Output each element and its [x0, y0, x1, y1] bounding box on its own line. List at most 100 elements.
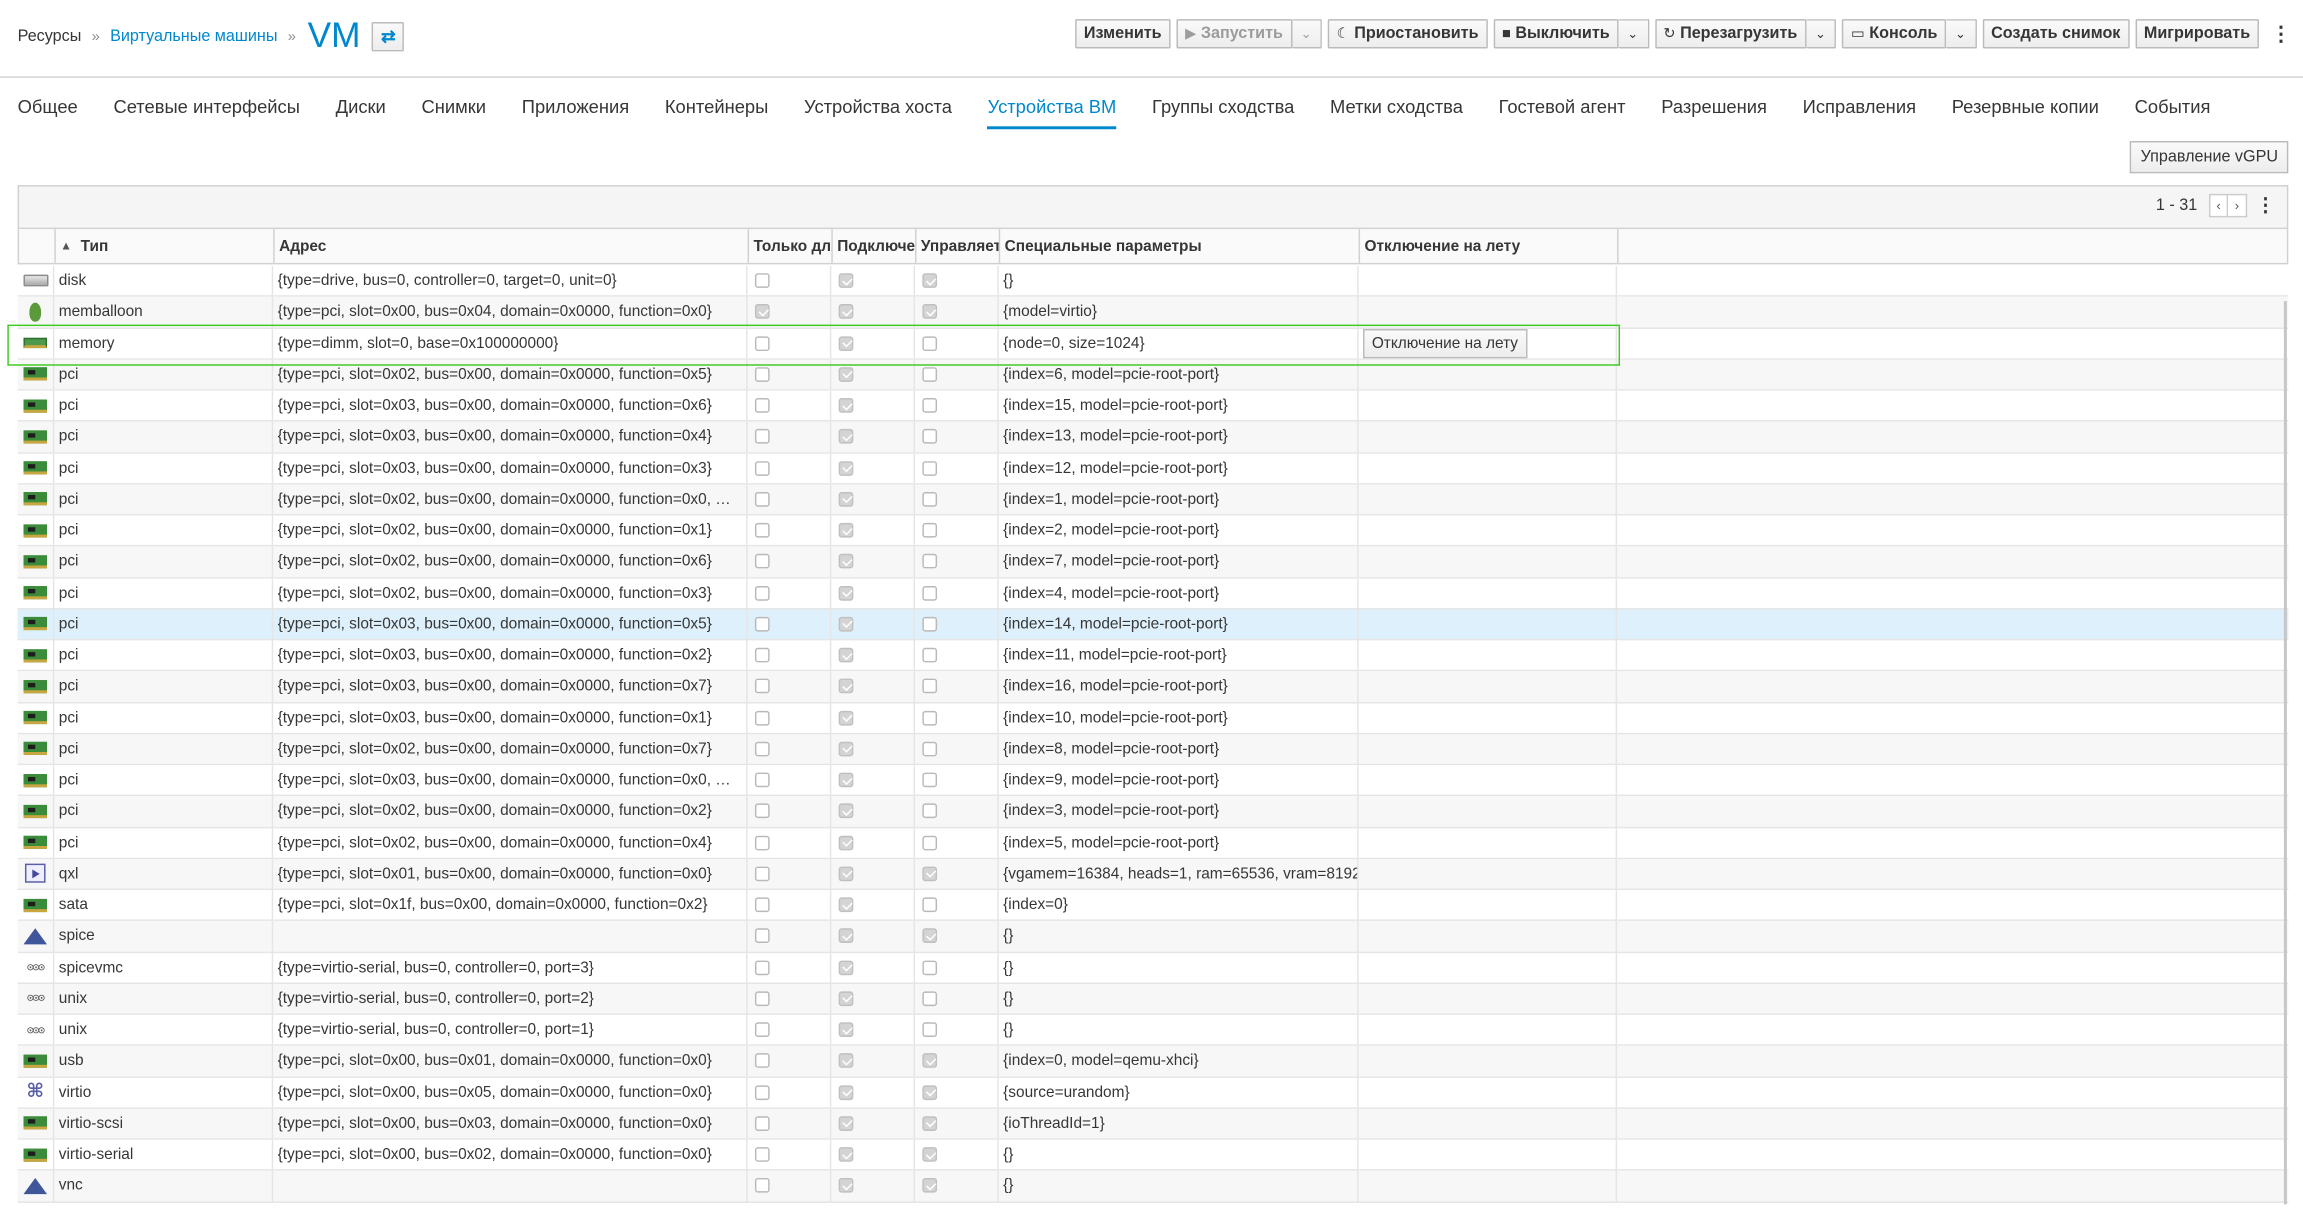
- table-row[interactable]: pci {type=pci, slot=0x02, bus=0x00, domai…: [17, 546, 2289, 578]
- chevron-left-icon: ‹: [2216, 198, 2221, 213]
- table-scrollbar[interactable]: [2283, 301, 2287, 1205]
- more-actions-kebab-icon[interactable]: ⋮: [2271, 21, 2292, 46]
- reboot-dropdown-button[interactable]: ⌄: [1806, 19, 1837, 49]
- suspend-button[interactable]: ☾ Приостановить: [1327, 19, 1488, 49]
- plugged-cell: [831, 765, 916, 795]
- readonly-cell: [748, 297, 832, 327]
- table-row[interactable]: pci {type=pci, slot=0x02, bus=0x00, domai…: [17, 484, 2289, 516]
- tab-item[interactable]: Устройства ВМ: [987, 97, 1117, 130]
- table-row[interactable]: sata {type=pci, slot=0x1f, bus=0x00, doma…: [17, 890, 2289, 922]
- run-dropdown-button[interactable]: ⌄: [1291, 19, 1322, 49]
- plugged-column-header[interactable]: Подключе: [833, 229, 917, 263]
- next-page-button[interactable]: ›: [2228, 193, 2248, 218]
- migrate-button[interactable]: Мигрировать: [2135, 19, 2259, 49]
- tab-item[interactable]: Приложения: [522, 97, 629, 129]
- managed-cell: [915, 921, 999, 952]
- readonly-cell: [748, 577, 832, 608]
- console-button[interactable]: ▭ Консоль: [1842, 19, 1947, 49]
- table-row[interactable]: qxl {type=pci, slot=0x01, bus=0x00, domai…: [17, 858, 2289, 891]
- hot-unplug-cell: [1359, 983, 1618, 1014]
- table-row[interactable]: pci {type=pci, slot=0x03, bus=0x00, domai…: [17, 702, 2289, 735]
- table-row[interactable]: pci {type=pci, slot=0x03, bus=0x00, domai…: [17, 640, 2289, 672]
- device-address-cell: {type=pci, slot=0x00, bus=0x02, domain=0…: [273, 1139, 748, 1170]
- tab-item[interactable]: Гостевой агент: [1499, 97, 1626, 129]
- tab-item[interactable]: Общее: [18, 97, 78, 129]
- shutdown-button[interactable]: ■ Выключить: [1493, 19, 1619, 49]
- table-row[interactable]: memory {type=dimm, slot=0, base=0x1000000…: [17, 328, 2289, 360]
- console-dropdown-button[interactable]: ⌄: [1946, 19, 1977, 49]
- tab-item[interactable]: Устройства хоста: [804, 97, 952, 129]
- tab-item[interactable]: Исправления: [1803, 97, 1916, 129]
- plugged-cell: [831, 796, 916, 827]
- device-icon-cell: ⊙⊙⊙: [18, 952, 55, 983]
- edit-button[interactable]: Изменить: [1075, 19, 1171, 49]
- managed-checkbox: [922, 897, 938, 913]
- tab-item[interactable]: Контейнеры: [665, 97, 768, 129]
- table-row[interactable]: pci {type=pci, slot=0x03, bus=0x00, domai…: [17, 390, 2289, 422]
- plugged-cell: [831, 421, 916, 452]
- table-row[interactable]: virtio-serial {type=pci, slot=0x00, bus=0…: [17, 1139, 2289, 1171]
- table-row[interactable]: pci {type=pci, slot=0x02, bus=0x00, domai…: [17, 577, 2289, 610]
- display-icon: [24, 864, 46, 884]
- create-snapshot-button[interactable]: Создать снимок: [1982, 19, 2130, 49]
- type-column-header[interactable]: ▲ Тип: [56, 229, 275, 263]
- hot-unplug-button[interactable]: Отключение на лету: [1363, 328, 1527, 358]
- table-row[interactable]: virtio-scsi {type=pci, slot=0x00, bus=0x0…: [17, 1108, 2289, 1140]
- managed-checkbox: [922, 335, 938, 351]
- table-row[interactable]: ⊙⊙⊙ unix {type=virtio-serial, bus=0, contr…: [17, 983, 2289, 1015]
- plugged-checkbox: [838, 398, 854, 413]
- tab-item[interactable]: Снимки: [421, 97, 486, 129]
- table-row[interactable]: pci {type=pci, slot=0x02, bus=0x00, domai…: [17, 734, 2289, 766]
- previous-page-button[interactable]: ‹: [2209, 193, 2229, 218]
- table-row[interactable]: vnc {}: [17, 1170, 2289, 1203]
- breadcrumb-vms-link[interactable]: Виртуальные машины: [110, 28, 277, 46]
- table-row[interactable]: pci {type=pci, slot=0x03, bus=0x00, domai…: [17, 765, 2289, 797]
- hot-unplug-cell: Отключение на лету: [1359, 328, 1618, 359]
- table-row[interactable]: pci {type=pci, slot=0x02, bus=0x00, domai…: [17, 515, 2289, 547]
- run-button[interactable]: ▶ Запустить: [1176, 19, 1292, 49]
- spec-params-cell: {ioThreadId=1}: [999, 1108, 1359, 1139]
- switch-vm-button[interactable]: ⇄: [372, 22, 405, 52]
- breadcrumb-resources[interactable]: Ресурсы: [18, 28, 82, 46]
- hot-unplug-column-header[interactable]: Отключение на лету: [1360, 229, 1619, 263]
- reboot-button[interactable]: ↻ Перезагрузить: [1654, 19, 1807, 49]
- table-row[interactable]: pci {type=pci, slot=0x03, bus=0x00, domai…: [17, 453, 2289, 485]
- table-row[interactable]: pci {type=pci, slot=0x02, bus=0x00, domai…: [17, 827, 2289, 859]
- table-row[interactable]: memballoon {type=pci, slot=0x00, bus=0x04…: [17, 297, 2289, 329]
- shutdown-dropdown-button[interactable]: ⌄: [1618, 19, 1649, 49]
- table-row[interactable]: ⊙⊙⊙ unix {type=virtio-serial, bus=0, contr…: [17, 1014, 2289, 1047]
- spec-params-cell: {index=4, model=pcie-root-port}: [999, 577, 1359, 608]
- tab-item[interactable]: Группы сходства: [1152, 97, 1294, 129]
- spec-params-cell: {index=1, model=pcie-root-port}: [999, 484, 1359, 515]
- readonly-column-header[interactable]: Только для: [749, 229, 833, 263]
- device-type-cell: pci: [54, 640, 274, 671]
- device-type-cell: pci: [54, 453, 274, 483]
- table-row[interactable]: pci {type=pci, slot=0x02, bus=0x00, domai…: [17, 796, 2289, 828]
- tab-item[interactable]: Резервные копии: [1952, 97, 2099, 129]
- table-row[interactable]: ⌘ virtio {type=pci, slot=0x00, bus=0x05, d…: [17, 1077, 2289, 1109]
- table-row[interactable]: ⊙⊙⊙ spicevmc {type=virtio-serial, bus=0, c…: [17, 952, 2289, 984]
- tab-item[interactable]: Метки сходства: [1330, 97, 1463, 129]
- table-row[interactable]: usb {type=pci, slot=0x00, bus=0x01, domai…: [17, 1046, 2289, 1078]
- address-column-header[interactable]: Адрес: [275, 229, 750, 263]
- tab-item[interactable]: Сетевые интерфейсы: [113, 97, 300, 129]
- spec-params-column-header[interactable]: Специальные параметры: [1000, 229, 1361, 263]
- device-address-text: {type=pci, slot=0x03, bus=0x00, domain=0…: [277, 677, 712, 696]
- table-row[interactable]: pci {type=pci, slot=0x03, bus=0x00, domai…: [17, 671, 2289, 703]
- tab-item[interactable]: События: [2135, 97, 2211, 129]
- managed-column-header[interactable]: Управляет: [917, 229, 1001, 263]
- table-row[interactable]: pci {type=pci, slot=0x03, bus=0x00, domai…: [17, 421, 2289, 454]
- table-row[interactable]: spice {}: [17, 921, 2289, 953]
- table-row[interactable]: disk {type=drive, bus=0, controller=0, ta…: [17, 265, 2289, 298]
- manage-vgpu-button[interactable]: Управление vGPU: [2130, 141, 2289, 174]
- type-column-label: Тип: [80, 237, 109, 255]
- column-settings-kebab-icon[interactable]: ⋮: [2256, 194, 2275, 218]
- hot-unplug-cell: [1359, 484, 1618, 515]
- table-row[interactable]: pci {type=pci, slot=0x03, bus=0x00, domai…: [17, 609, 2289, 641]
- tab-item[interactable]: Диски: [336, 97, 386, 129]
- table-row[interactable]: pci {type=pci, slot=0x02, bus=0x00, domai…: [17, 359, 2289, 391]
- spec-params-cell: {model=virtio}: [999, 297, 1359, 327]
- tab-item[interactable]: Разрешения: [1661, 97, 1767, 129]
- spec-params-cell: {index=8, model=pcie-root-port}: [999, 734, 1359, 764]
- hot-unplug-cell: [1359, 671, 1618, 702]
